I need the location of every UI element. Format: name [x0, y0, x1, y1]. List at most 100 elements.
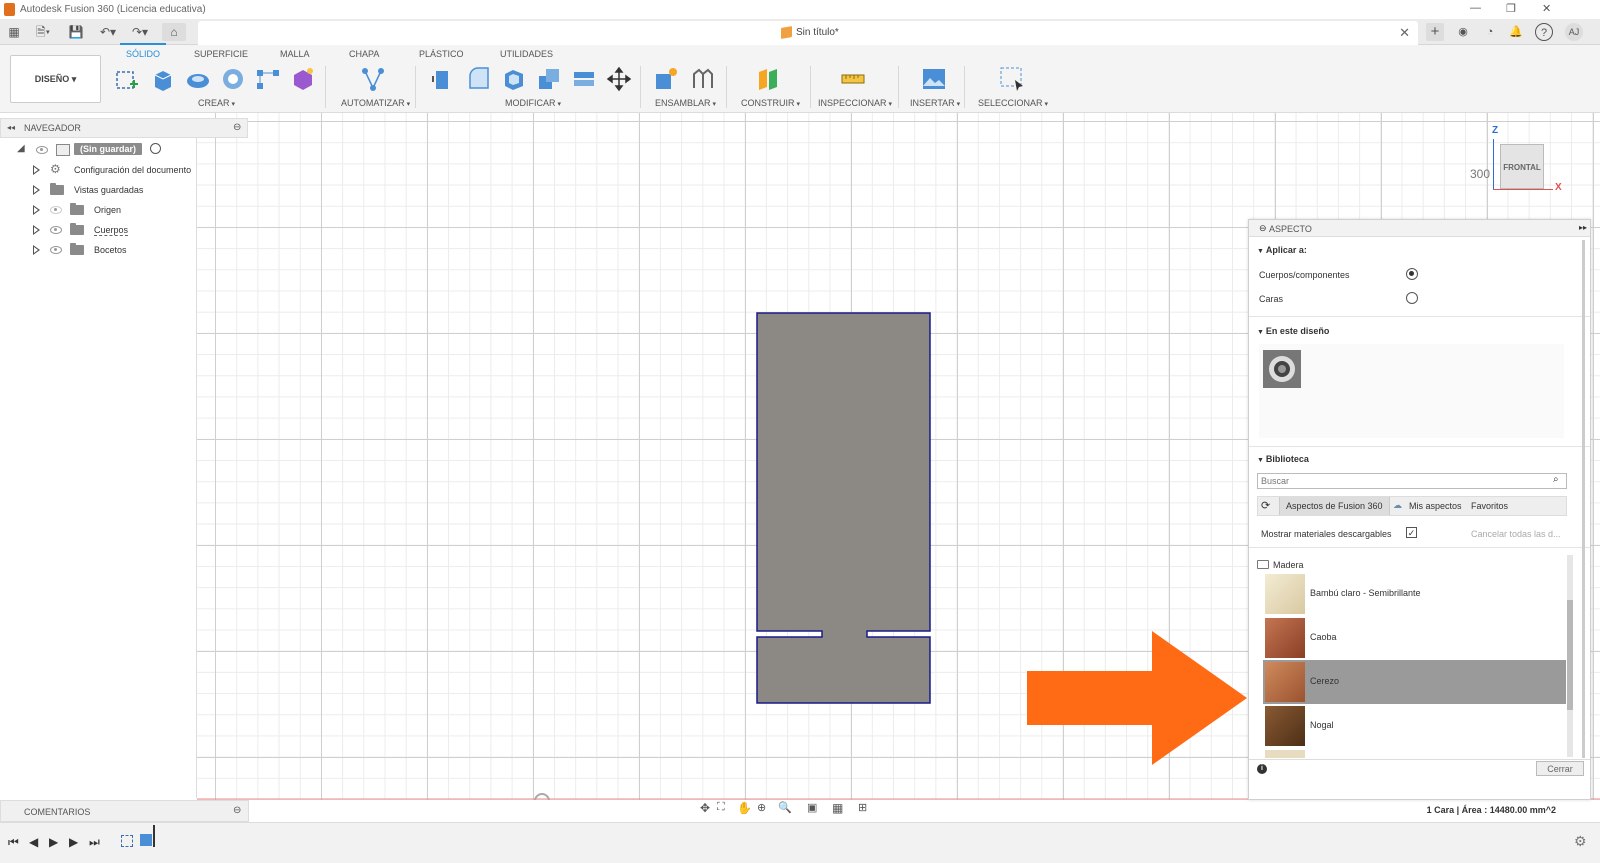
- visibility-eye-icon[interactable]: [36, 146, 48, 154]
- user-avatar[interactable]: AJ: [1565, 23, 1583, 41]
- group-automate[interactable]: AUTOMATIZAR: [341, 98, 410, 108]
- construct-plane-icon[interactable]: [755, 66, 781, 92]
- navigator-pin-icon[interactable]: ⊖: [233, 122, 241, 133]
- redo-icon[interactable]: ↷▾: [128, 23, 152, 41]
- shell-icon[interactable]: [501, 66, 527, 92]
- look-at-icon[interactable]: ⛶: [717, 801, 725, 814]
- comments-pin-icon[interactable]: ⊖: [233, 805, 241, 816]
- group-construct[interactable]: CONSTRUIR: [741, 98, 800, 108]
- pattern-icon[interactable]: [255, 66, 281, 92]
- panel-scrollbar[interactable]: [1582, 240, 1585, 758]
- timeline-extrude-feature-icon[interactable]: [140, 834, 152, 846]
- create-form-icon[interactable]: [290, 66, 316, 92]
- tab-solid[interactable]: SÓLIDO: [119, 43, 167, 59]
- orbit-icon[interactable]: ✥: [700, 801, 710, 815]
- group-insert[interactable]: INSERTAR: [910, 98, 960, 108]
- create-sketch-icon[interactable]: [114, 66, 140, 92]
- grid-settings-icon[interactable]: ▦: [832, 801, 843, 815]
- close-tab-icon[interactable]: ✕: [1399, 25, 1410, 41]
- root-component-label[interactable]: (Sin guardar): [74, 143, 143, 155]
- library-tab-favorites[interactable]: Favoritos: [1471, 501, 1508, 511]
- help-icon[interactable]: ?: [1535, 23, 1553, 41]
- hole-icon[interactable]: [220, 66, 246, 92]
- zoom-icon[interactable]: ⊕: [757, 801, 766, 814]
- library-tab-my-appearances[interactable]: Mis aspectos: [1409, 501, 1462, 511]
- visibility-eye-icon[interactable]: [50, 206, 62, 214]
- joint-icon[interactable]: [690, 66, 716, 92]
- option-faces-radio[interactable]: [1406, 292, 1418, 304]
- group-modify[interactable]: MODIFICAR: [505, 98, 561, 108]
- tab-sheet-metal[interactable]: CHAPA: [349, 49, 379, 59]
- step-forward-icon[interactable]: ▶: [69, 835, 78, 849]
- expand-arrow-icon[interactable]: [33, 205, 40, 215]
- viewports-icon[interactable]: ⊞: [858, 801, 867, 814]
- expand-arrow-icon[interactable]: [33, 185, 40, 195]
- in-design-heading[interactable]: En este diseño: [1257, 326, 1330, 336]
- apply-to-heading[interactable]: Aplicar a:: [1257, 245, 1307, 255]
- offset-face-icon[interactable]: [571, 66, 597, 92]
- file-menu-icon[interactable]: 🗎▾: [30, 23, 56, 41]
- nav-item-document-settings[interactable]: ⚙ Configuración del documento: [0, 162, 197, 180]
- go-to-start-icon[interactable]: ⏮: [8, 835, 19, 850]
- move-copy-icon[interactable]: [606, 66, 632, 92]
- expand-root-icon[interactable]: ◢: [17, 143, 25, 154]
- workspace-switcher[interactable]: DISEÑO ▾: [10, 55, 101, 103]
- extrude-icon[interactable]: [150, 66, 176, 92]
- material-row[interactable]: Bambú claro - Semibrillante: [1263, 572, 1566, 616]
- undo-icon[interactable]: ↶▾: [96, 23, 120, 41]
- info-icon[interactable]: i: [1257, 764, 1267, 774]
- nav-item-sketches[interactable]: Bocetos: [0, 242, 197, 260]
- close-button[interactable]: Cerrar: [1536, 761, 1584, 776]
- group-select[interactable]: SELECCIONAR: [978, 98, 1048, 108]
- restore-icon[interactable]: ❐: [1506, 2, 1516, 15]
- nav-item-bodies[interactable]: Cuerpos: [0, 222, 197, 240]
- sketch-profile[interactable]: [756, 312, 931, 704]
- expand-arrow-icon[interactable]: [33, 225, 40, 235]
- material-folder-label[interactable]: Madera: [1273, 560, 1304, 570]
- tab-mesh[interactable]: MALLA: [280, 49, 310, 59]
- tab-utilities[interactable]: UTILIDADES: [500, 49, 553, 59]
- tab-plastic[interactable]: PLÁSTICO: [419, 49, 464, 59]
- new-component-icon[interactable]: [653, 66, 679, 92]
- insert-image-icon[interactable]: [921, 66, 947, 92]
- timeline-marker[interactable]: [153, 825, 155, 847]
- in-design-material-swatch[interactable]: [1263, 350, 1301, 388]
- group-assemble[interactable]: ENSAMBLAR: [655, 98, 716, 108]
- measure-icon[interactable]: [840, 66, 866, 92]
- expand-panel-icon[interactable]: ▸▸: [1579, 223, 1587, 232]
- notifications-bell-icon[interactable]: 🔔: [1507, 23, 1525, 41]
- material-row[interactable]: Caoba: [1263, 616, 1566, 660]
- scrollbar-thumb[interactable]: [1567, 600, 1573, 710]
- comments-panel[interactable]: COMENTARIOS ⊖: [0, 800, 249, 822]
- viewcube[interactable]: 300 Z FRONTAL X: [1470, 125, 1570, 202]
- collapse-icon[interactable]: ◂◂: [7, 123, 15, 132]
- document-tab[interactable]: Sin título* ✕: [198, 21, 1418, 45]
- navigator-header[interactable]: ◂◂ NAVEGADOR ⊖: [0, 118, 248, 138]
- display-settings-icon[interactable]: ▣: [807, 801, 817, 814]
- go-to-end-icon[interactable]: ⏭: [89, 835, 100, 850]
- new-tab-plus-icon[interactable]: +: [1426, 23, 1444, 41]
- minimize-icon[interactable]: —: [1470, 2, 1481, 14]
- library-heading[interactable]: Biblioteca: [1257, 454, 1309, 464]
- timeline-sketch-feature-icon[interactable]: [121, 835, 133, 847]
- library-tab-fusion[interactable]: Aspectos de Fusion 360: [1279, 497, 1390, 515]
- show-downloadable-checkbox[interactable]: ✓: [1406, 527, 1417, 538]
- panel-grip-icon[interactable]: ⊖: [1259, 223, 1267, 234]
- viewcube-face[interactable]: FRONTAL: [1500, 144, 1544, 189]
- tab-surface[interactable]: SUPERFICIE: [194, 49, 248, 59]
- group-create[interactable]: CREAR: [198, 98, 235, 108]
- data-panel-grid-icon[interactable]: ▦: [6, 23, 22, 41]
- select-window-icon[interactable]: [999, 66, 1025, 92]
- automate-icon[interactable]: [360, 66, 386, 92]
- nav-item-origin[interactable]: Origen: [0, 202, 197, 220]
- visibility-eye-icon[interactable]: [50, 246, 62, 254]
- save-icon[interactable]: 💾: [68, 23, 84, 41]
- group-inspect[interactable]: INSPECCIONAR: [818, 98, 892, 108]
- close-window-icon[interactable]: ✕: [1542, 2, 1551, 15]
- nav-item-saved-views[interactable]: Vistas guardadas: [0, 182, 197, 200]
- activate-radio-icon[interactable]: [150, 143, 161, 154]
- zoom-window-icon[interactable]: 🔍: [778, 801, 792, 814]
- cancel-all-downloads-link[interactable]: Cancelar todas las d...: [1471, 529, 1561, 539]
- timeline-settings-gear-icon[interactable]: ⚙: [1574, 833, 1587, 850]
- fillet-icon[interactable]: [466, 66, 492, 92]
